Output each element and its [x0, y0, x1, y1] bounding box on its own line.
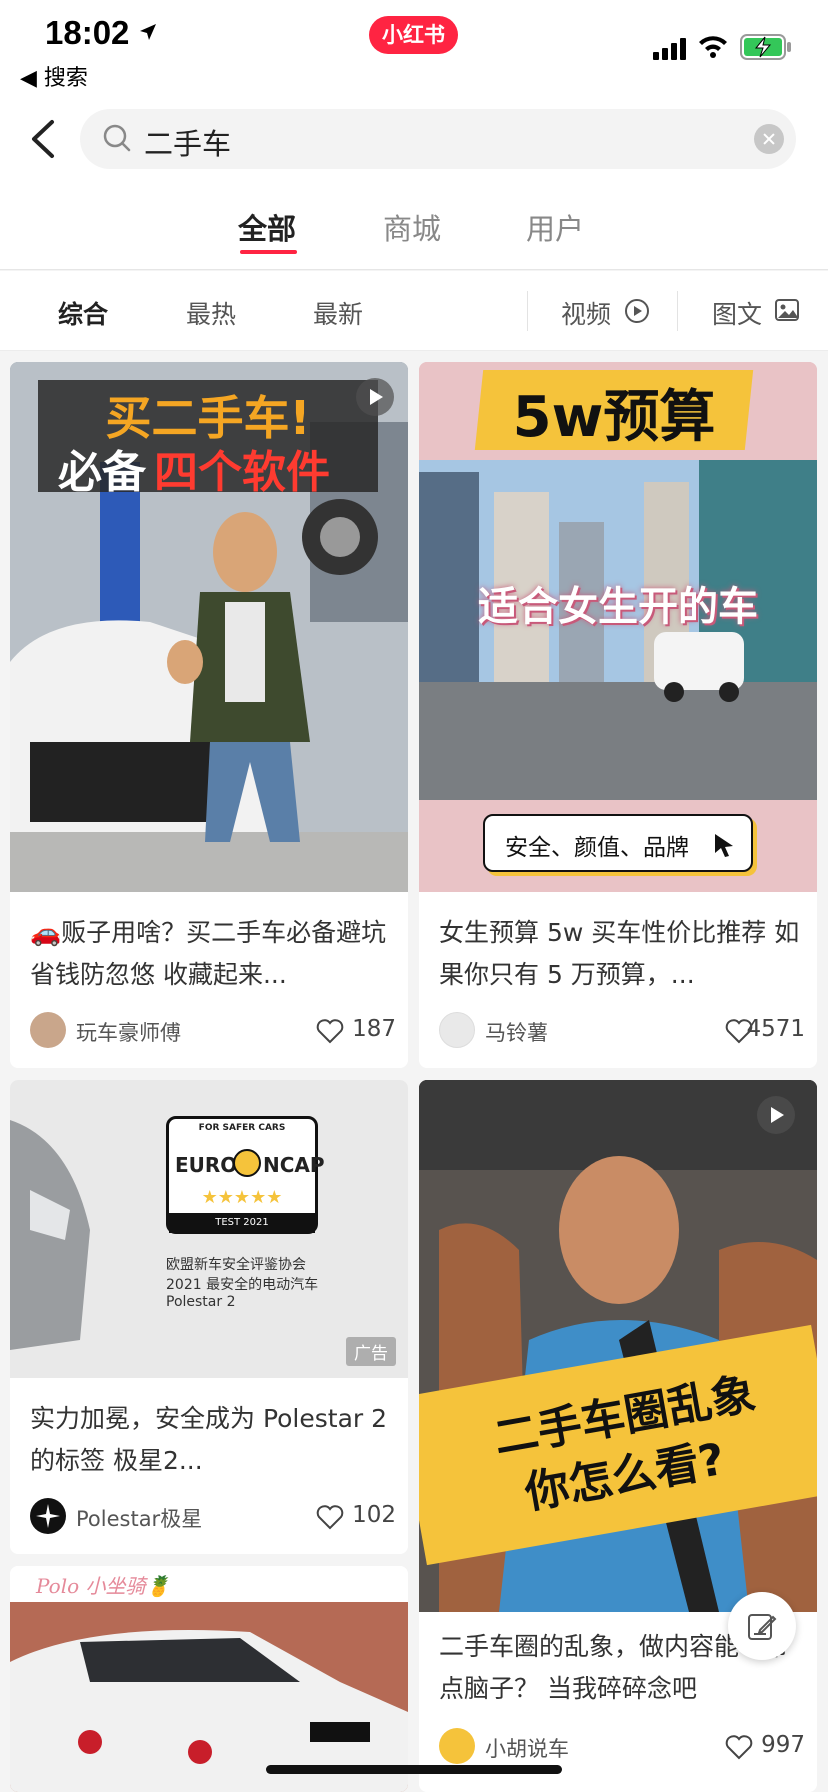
note-cover-image: Polo 小坐骑🍍	[10, 1566, 408, 1792]
note-footer: 马铃薯 4571	[439, 1012, 805, 1052]
author-name[interactable]: 小胡说车	[485, 1733, 569, 1763]
note-title[interactable]: 女生预算 5w 买车性价比推荐 如果你只有 5 万预算，...	[439, 912, 801, 996]
note-footer: 小胡说车 997	[439, 1728, 805, 1768]
status-bar: 18:02 ◀ 搜索 小红书	[0, 0, 828, 100]
author-avatar[interactable]	[439, 1012, 475, 1048]
cover-budget-text: 5w预算	[512, 385, 716, 450]
author-avatar[interactable]	[30, 1498, 66, 1534]
note-cover-image: 二手车圈乱象 你怎么看?	[419, 1080, 817, 1612]
like-count: 4571	[746, 1016, 805, 1042]
clear-search-icon[interactable]	[754, 124, 784, 154]
author-avatar[interactable]	[30, 1012, 66, 1048]
battery-charging-icon	[740, 34, 791, 60]
cover-handwriting: Polo 小坐骑🍍	[36, 1574, 171, 1598]
result-type-tabs: 全部 商城 用户	[0, 182, 828, 270]
filter-divider	[527, 291, 528, 331]
filter-comprehensive[interactable]: 综合	[58, 295, 108, 331]
ad-card[interactable]: FOR SAFER CARS EURO NCAP ★★★★★ TEST 2021…	[10, 1080, 408, 1554]
badge-year: TEST 2021	[169, 1213, 315, 1233]
cover-headline-line2a: 必备	[58, 447, 146, 498]
car-front-silhouette	[10, 1120, 90, 1350]
note-card[interactable]: 5w预算 适合女生开的车 安全、颜值、品牌 女生预算 5w 买车性价比推荐 如果…	[419, 362, 817, 1068]
like-count: 187	[352, 1016, 396, 1042]
badge-brand-left: EURO	[175, 1153, 238, 1177]
ad-caption-2: 2021 最安全的电动汽车	[166, 1277, 319, 1293]
cursor-icon	[715, 834, 733, 857]
back-chevron-icon[interactable]	[24, 116, 64, 162]
cover-tag-text: 安全、颜值、品牌	[505, 835, 689, 861]
author-name[interactable]: Polestar极星	[76, 1503, 202, 1533]
home-indicator[interactable]	[266, 1765, 562, 1774]
cellular-signal-icon	[653, 38, 686, 60]
note-footer: Polestar极星 102	[30, 1498, 396, 1538]
author-avatar[interactable]	[439, 1728, 475, 1764]
ad-cover-image: FOR SAFER CARS EURO NCAP ★★★★★ TEST 2021…	[10, 1080, 408, 1378]
app-logo-badge: 小红书	[369, 16, 458, 54]
status-time: 18:02	[45, 14, 130, 51]
note-cover-image: 买二手车! 必备 四个软件	[10, 362, 408, 892]
badge-stars: ★★★★★	[201, 1187, 283, 1208]
filter-video[interactable]: 视频	[561, 295, 611, 331]
location-arrow-icon	[140, 24, 156, 40]
note-title[interactable]: 🚗贩子用啥？买二手车必备避坑省钱防忽悠 收藏起来...	[30, 912, 392, 996]
filter-hottest[interactable]: 最热	[186, 295, 236, 331]
note-card[interactable]: 二手车圈乱象 你怎么看? 二手车圈的乱象，做内容能不带点脑子？ 当我碎碎念吧 小…	[419, 1080, 817, 1792]
active-tab-underline	[240, 250, 297, 254]
badge-top-text: FOR SAFER CARS	[198, 1123, 286, 1133]
heart-icon[interactable]	[316, 1504, 344, 1530]
video-play-icon	[757, 1096, 795, 1134]
note-card[interactable]: Polo 小坐骑🍍	[10, 1566, 408, 1792]
note-card[interactable]: 买二手车! 必备 四个软件 🚗贩子用啥？买二手车必备避坑省钱防忽悠 收藏起来..…	[10, 362, 408, 1068]
play-circle-icon	[625, 299, 649, 323]
search-row: 二手车	[0, 100, 828, 182]
heart-icon[interactable]	[725, 1734, 753, 1760]
edit-note-icon	[748, 1614, 777, 1640]
like-count: 102	[352, 1502, 396, 1528]
white-polo-photo	[10, 1602, 408, 1792]
ad-caption-1: 欧盟新车安全评鉴协会	[166, 1257, 306, 1273]
search-query-text[interactable]: 二手车	[144, 121, 231, 163]
polestar-logo-icon	[36, 1504, 60, 1528]
wifi-icon	[699, 36, 727, 58]
search-input[interactable]: 二手车	[80, 109, 796, 169]
tab-all[interactable]: 全部	[238, 206, 296, 248]
filter-divider	[677, 291, 678, 331]
note-footer: 玩车豪师傅 187	[30, 1012, 396, 1052]
tab-users[interactable]: 用户	[526, 206, 584, 248]
tab-mall[interactable]: 商城	[383, 206, 441, 248]
note-cover-image: 5w预算 适合女生开的车 安全、颜值、品牌	[419, 362, 817, 892]
image-icon	[775, 299, 799, 321]
ad-label: 广告	[346, 1337, 396, 1366]
note-title[interactable]: 实力加冕，安全成为 Polestar 2的标签 极星2...	[30, 1398, 392, 1482]
badge-brand-right: NCAP	[263, 1153, 325, 1177]
back-to-app-link[interactable]: ◀ 搜索	[20, 60, 88, 92]
filter-image-text[interactable]: 图文	[712, 295, 762, 331]
euro-ncap-badge: FOR SAFER CARS EURO NCAP ★★★★★ TEST 2021	[166, 1116, 325, 1234]
search-icon	[103, 124, 131, 152]
filter-newest[interactable]: 最新	[313, 295, 363, 331]
video-play-icon	[356, 378, 394, 416]
cover-headline-line2b: 四个软件	[154, 447, 330, 498]
compose-button[interactable]	[728, 1592, 796, 1660]
cover-subtitle: 适合女生开的车	[478, 584, 758, 630]
ncap-logo-icon	[233, 1149, 261, 1177]
cover-headline-box: 买二手车! 必备 四个软件	[38, 380, 378, 498]
cover-tag-box: 安全、颜值、品牌	[483, 814, 753, 872]
filter-bar: 综合 最热 最新 视频 图文	[0, 271, 828, 351]
like-count: 997	[761, 1732, 805, 1758]
ad-caption-3: Polestar 2	[166, 1294, 236, 1310]
author-name[interactable]: 马铃薯	[485, 1017, 548, 1047]
author-name[interactable]: 玩车豪师傅	[76, 1017, 181, 1047]
heart-icon[interactable]	[316, 1018, 344, 1044]
